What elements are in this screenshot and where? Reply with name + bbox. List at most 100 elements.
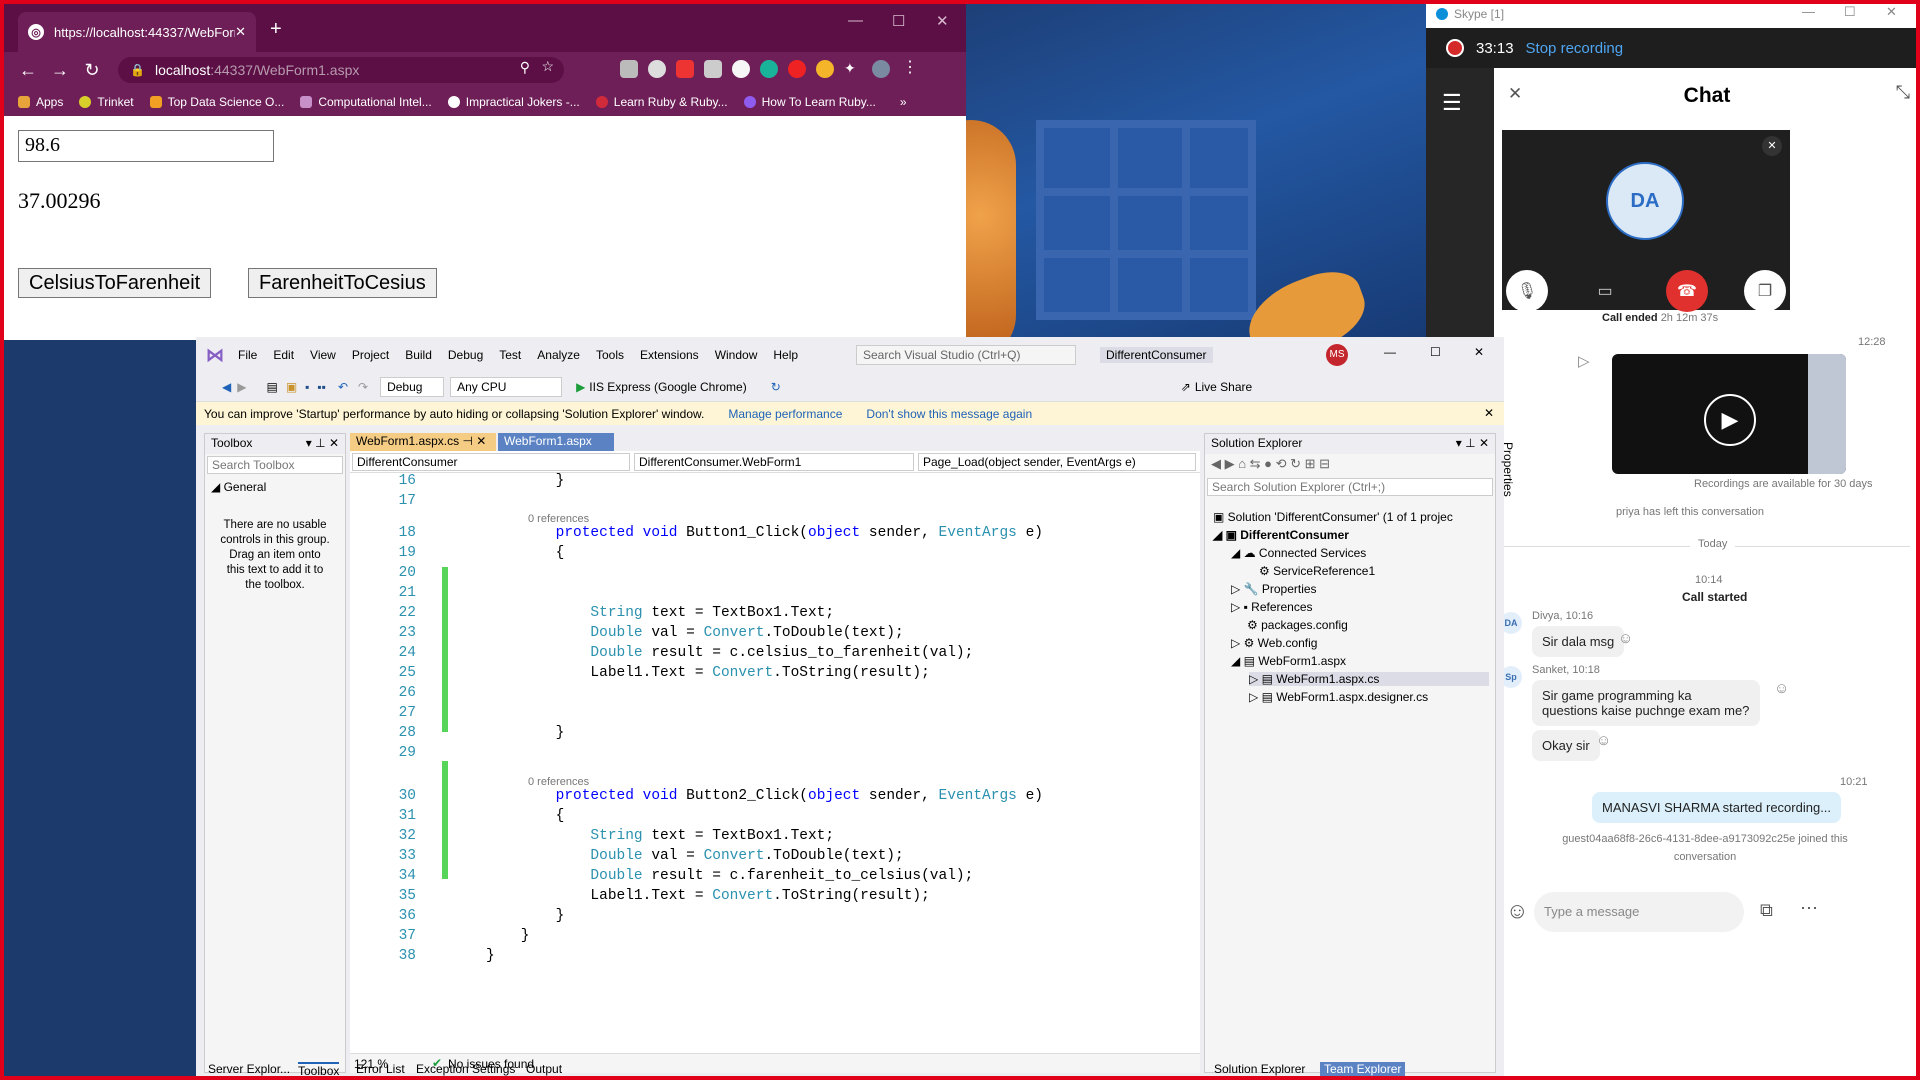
close-window-button[interactable]: ✕ [1474, 345, 1484, 359]
menu-extensions[interactable]: Extensions [640, 348, 699, 362]
celsius-to-farenheit-button[interactable]: CelsiusToFarenheit [18, 268, 212, 298]
farenheit-to-celsius-button[interactable]: FarenheitToCesius [248, 268, 437, 298]
undo-icon[interactable]: ↶ [338, 380, 348, 394]
menu-project[interactable]: Project [352, 348, 389, 362]
tree-webform1-aspx[interactable]: ◢ ▤ WebForm1.aspx [1231, 654, 1346, 668]
tree-solution[interactable]: ▣ Solution 'DifferentConsumer' (1 of 1 p… [1213, 510, 1453, 524]
properties-side-tab[interactable]: Properties [1501, 442, 1515, 497]
forward-icon[interactable]: ▷ [1578, 352, 1590, 370]
emoji-icon[interactable]: ☺ [1596, 732, 1611, 749]
extension-icon[interactable] [732, 60, 750, 78]
tree-properties[interactable]: ▷ 🔧 Properties [1231, 582, 1317, 596]
extension-icon[interactable] [620, 60, 638, 78]
refresh-icon[interactable]: ↻ [771, 380, 781, 394]
minimize-button[interactable]: — [1802, 4, 1815, 19]
zoom-icon[interactable]: ⚲ [520, 59, 530, 76]
minimize-button[interactable]: — [1384, 345, 1396, 359]
more-icon[interactable]: ⋯ [1800, 898, 1818, 919]
menu-edit[interactable]: Edit [273, 348, 294, 362]
menu-test[interactable]: Test [499, 348, 521, 362]
bookmark-computational[interactable]: Computational Intel... [300, 95, 432, 109]
bookmark-learn-ruby[interactable]: How To Learn Ruby... [743, 95, 876, 109]
manage-performance-link[interactable]: Manage performance [728, 407, 842, 421]
back-icon[interactable]: ← [12, 60, 44, 81]
reload-icon[interactable]: ↻ [76, 60, 108, 81]
emoji-icon[interactable]: ☺ [1618, 630, 1633, 647]
forward-icon[interactable]: ▶ [237, 380, 246, 394]
menu-help[interactable]: Help [773, 348, 798, 362]
tree-packages-config[interactable]: ⚙ packages.config [1247, 618, 1348, 632]
back-icon[interactable]: ◀ [222, 380, 231, 394]
browser-tab[interactable]: ◎ https://localhost:44337/WebForm ✕ [18, 12, 256, 52]
save-all-icon[interactable]: ▪▪ [317, 380, 326, 394]
emoji-icon[interactable]: ☺ [1774, 680, 1789, 697]
close-icon[interactable]: ✕ [1508, 84, 1522, 104]
tab-error-list[interactable]: Error List [356, 1062, 405, 1076]
extension-icon[interactable] [816, 60, 834, 78]
message-input[interactable]: Type a message [1534, 892, 1744, 932]
stop-recording-link[interactable]: Stop recording [1526, 40, 1624, 57]
configuration-dropdown[interactable]: Debug [380, 377, 445, 397]
play-icon[interactable]: ▶ [1704, 394, 1756, 446]
toolbox-group-general[interactable]: ◢ General [205, 476, 345, 498]
tree-references[interactable]: ▷ ▪ References [1231, 600, 1313, 614]
close-icon[interactable]: ✕ [1762, 136, 1782, 156]
codelens-references[interactable]: 0 references [528, 513, 589, 525]
close-icon[interactable]: ▾ ⊥ ✕ [306, 436, 339, 452]
close-icon[interactable]: ▾ ⊥ ✕ [1456, 436, 1489, 452]
menu-window[interactable]: Window [715, 348, 758, 362]
save-icon[interactable]: ▪ [305, 380, 309, 394]
live-share-button[interactable]: Live Share [1195, 380, 1252, 394]
forward-icon[interactable]: → [44, 60, 76, 81]
tab-team-explorer[interactable]: Team Explorer [1320, 1062, 1406, 1076]
tree-service-reference[interactable]: ⚙ ServiceReference1 [1259, 564, 1375, 578]
expand-icon[interactable]: ⤡ [1896, 82, 1910, 103]
attach-icon[interactable]: ⧉ [1760, 900, 1773, 921]
hamburger-menu-icon[interactable]: ☰ [1442, 90, 1462, 116]
open-icon[interactable]: ▣ [286, 380, 297, 394]
bookmark-impractical[interactable]: Impractical Jokers -... [447, 95, 580, 109]
member-dropdown[interactable]: Page_Load(object sender, EventArgs e) [918, 453, 1196, 471]
puzzle-icon[interactable]: ✦ [844, 60, 862, 78]
menu-icon[interactable]: ⋮ [902, 60, 920, 78]
toolbox-search[interactable]: Search Toolbox [207, 456, 343, 474]
video-off-icon[interactable]: ▭ [1584, 270, 1626, 312]
tab-webform1-aspx[interactable]: WebForm1.aspx [498, 433, 614, 451]
extension-icon[interactable] [648, 60, 666, 78]
project-dropdown[interactable]: DifferentConsumer [352, 453, 630, 471]
hang-up-button[interactable]: ☎ [1666, 270, 1708, 312]
bookmark-ruby[interactable]: Learn Ruby & Ruby... [595, 95, 728, 109]
star-icon[interactable]: ☆ [541, 58, 554, 75]
class-dropdown[interactable]: DifferentConsumer.WebForm1 [634, 453, 914, 471]
bookmark-data-science[interactable]: Top Data Science O... [149, 95, 284, 109]
vs-search-input[interactable]: Search Visual Studio (Ctrl+Q) [856, 345, 1076, 365]
pin-icon[interactable]: ⊣ ✕ [463, 434, 487, 448]
tree-web-config[interactable]: ▷ ⚙ Web.config [1231, 636, 1317, 650]
tab-toolbox[interactable]: Toolbox [298, 1062, 340, 1078]
run-icon[interactable]: ▶ [576, 380, 585, 394]
extension-icon[interactable] [704, 60, 722, 78]
extension-icon[interactable] [676, 60, 694, 78]
maximize-button[interactable]: ☐ [1844, 4, 1856, 20]
tree-webform1-aspx-cs[interactable]: ▷ ▤ WebForm1.aspx.cs [1249, 672, 1489, 686]
run-target-button[interactable]: IIS Express (Google Chrome) [589, 380, 746, 394]
bookmark-trinket[interactable]: Trinket [79, 95, 134, 109]
new-tab-button[interactable]: + [270, 18, 282, 41]
menu-tools[interactable]: Tools [596, 348, 624, 362]
avatar[interactable]: MS [1326, 344, 1348, 366]
close-window-button[interactable]: ✕ [1886, 4, 1897, 20]
menu-file[interactable]: File [238, 348, 257, 362]
close-icon[interactable]: ✕ [1484, 406, 1494, 420]
tab-exception-settings[interactable]: Exception Settings [416, 1062, 515, 1076]
solution-search[interactable]: Search Solution Explorer (Ctrl+;) [1207, 478, 1493, 496]
codelens-references[interactable]: 0 references [528, 776, 589, 788]
bookmark-apps[interactable]: Apps [18, 95, 63, 109]
menu-analyze[interactable]: Analyze [537, 348, 580, 362]
tab-server-explorer[interactable]: Server Explor... [208, 1062, 290, 1076]
temperature-input[interactable]: 98.6 [18, 130, 274, 162]
menu-debug[interactable]: Debug [448, 348, 483, 362]
redo-icon[interactable]: ↷ [358, 380, 368, 394]
code-area[interactable]: 0 references 0 references 16 } 17 18 prote… [350, 473, 1188, 1033]
minimize-button[interactable]: — [848, 12, 863, 29]
tab-webform1-aspx-cs[interactable]: WebForm1.aspx.cs ⊣ ✕ [350, 433, 496, 451]
